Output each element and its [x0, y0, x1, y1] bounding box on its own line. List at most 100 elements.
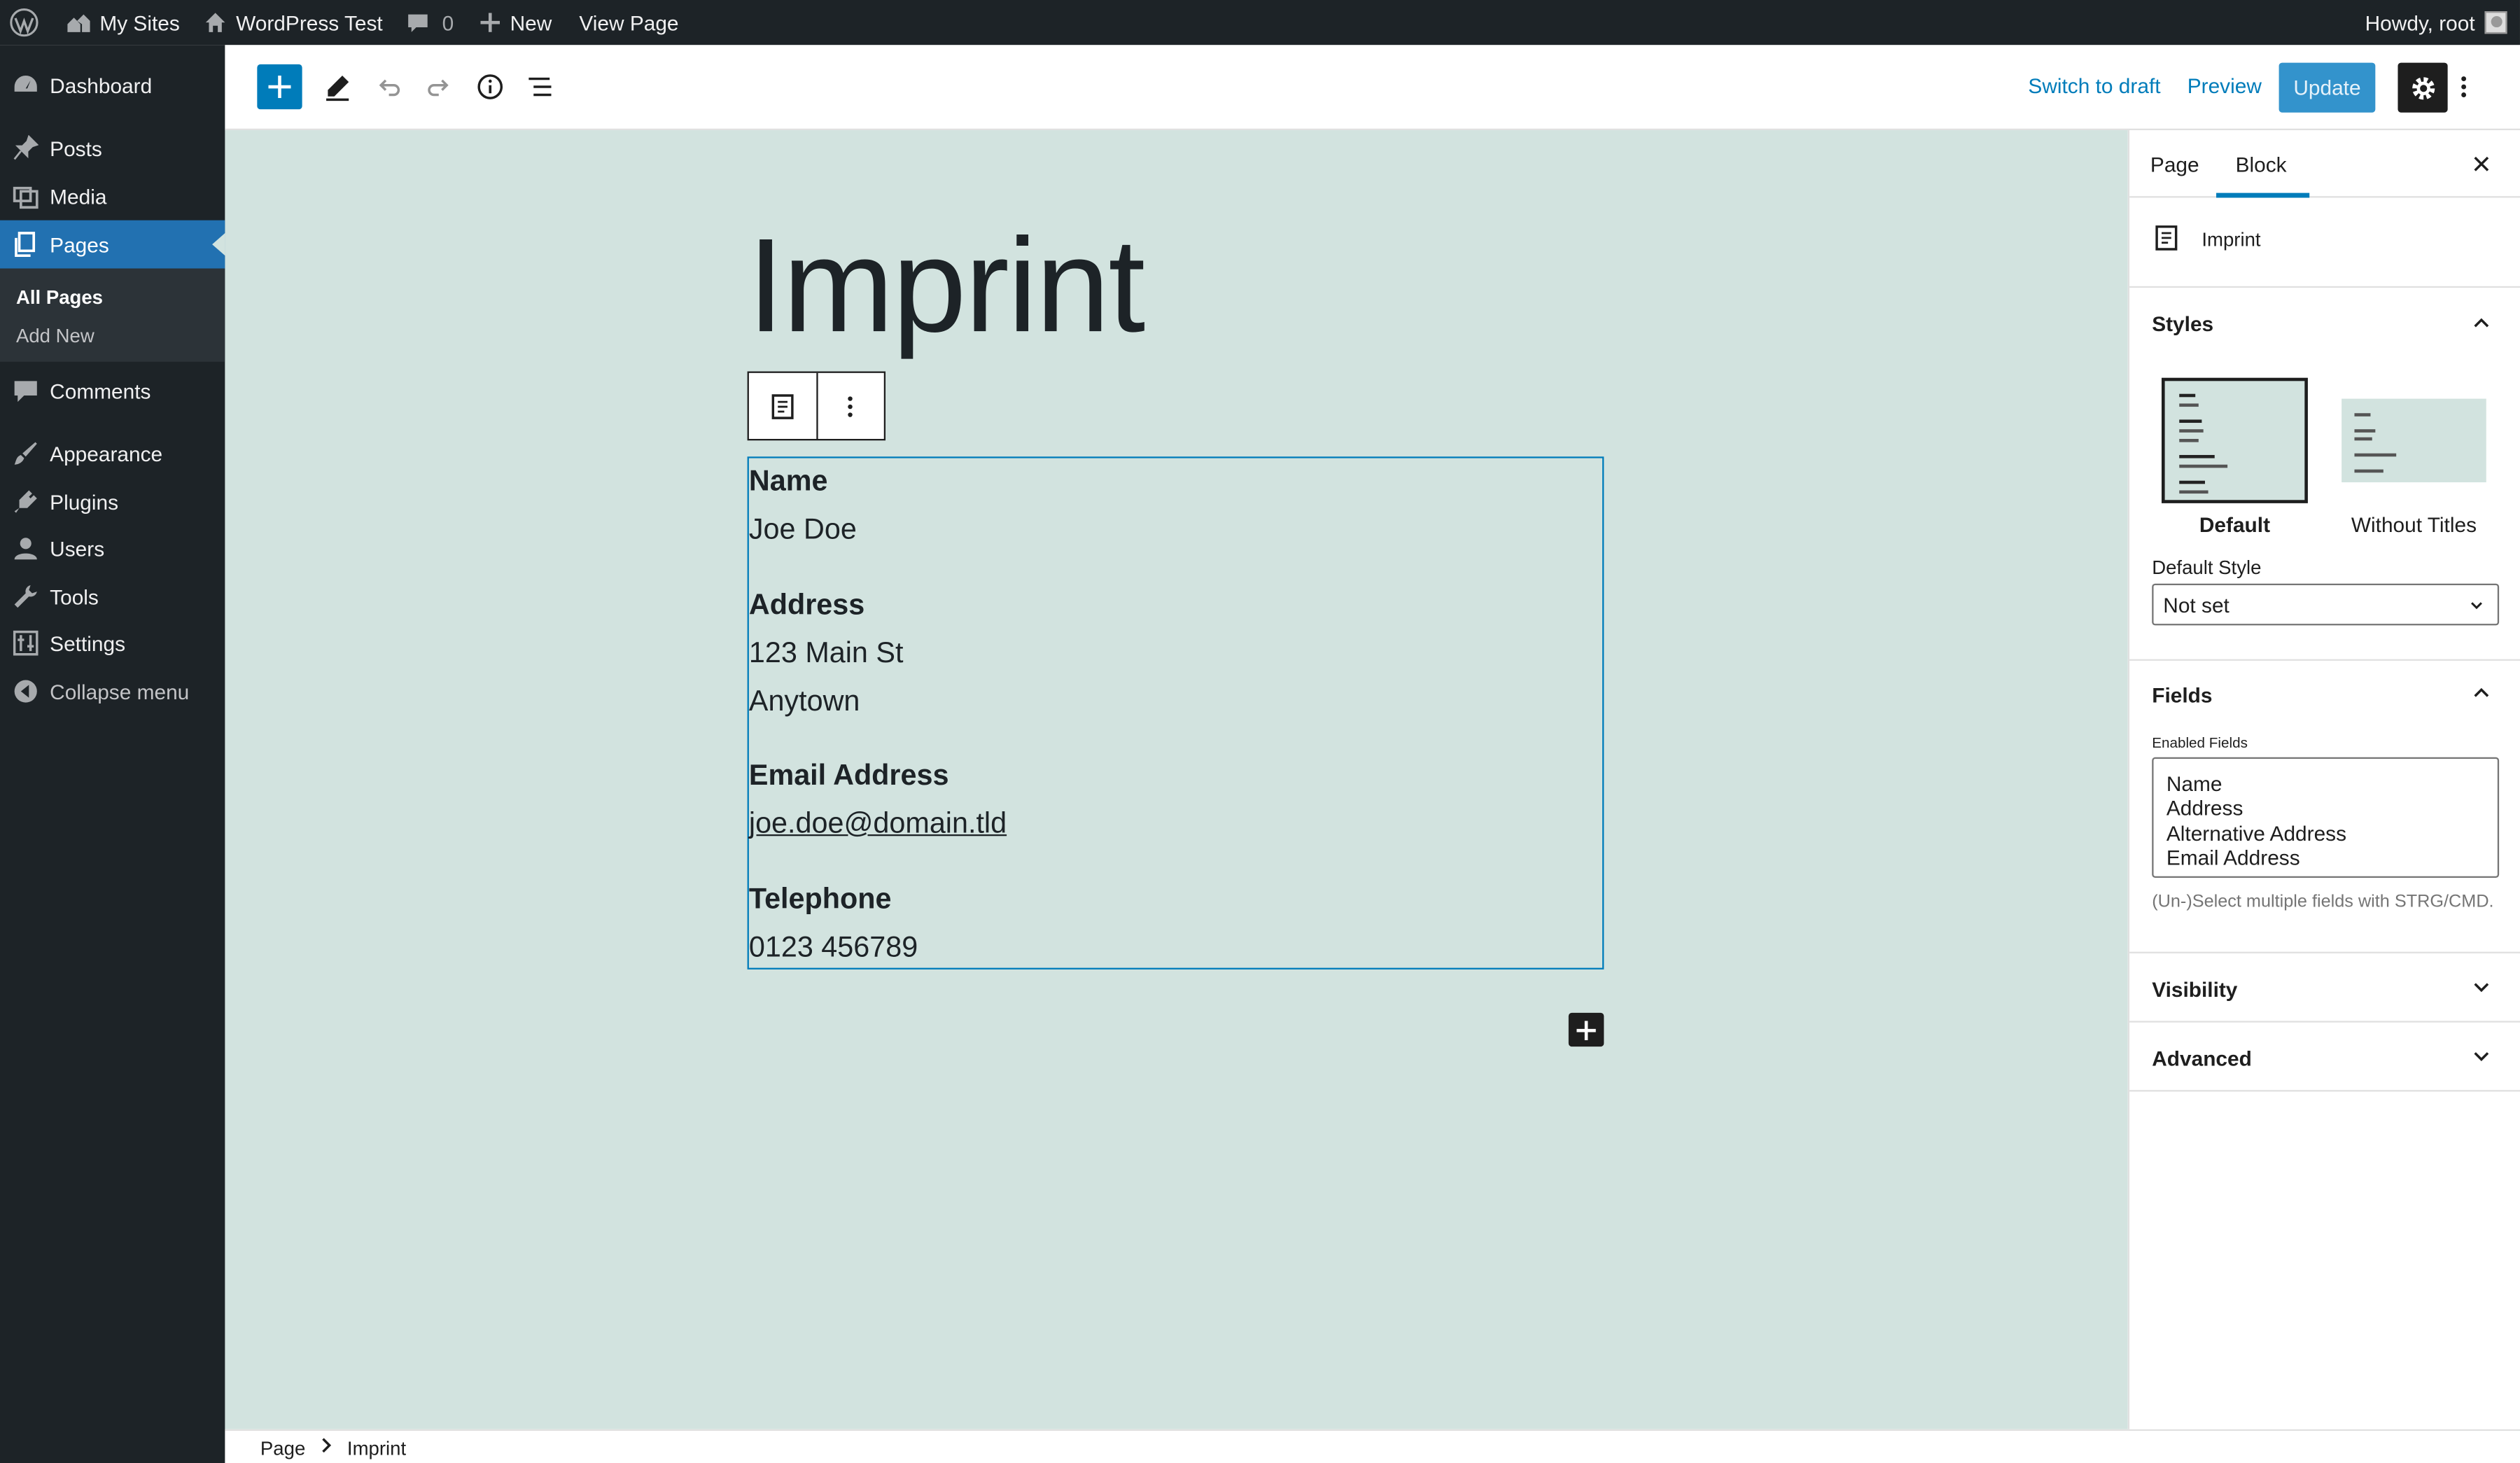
plugin-icon — [13, 489, 38, 514]
details-button[interactable] — [468, 64, 512, 109]
site-name-menu[interactable]: WordPress Test — [191, 0, 394, 45]
tab-page[interactable]: Page — [2150, 153, 2199, 176]
collapse-menu-label: Collapse menu — [50, 679, 190, 704]
comment-bubble-icon — [407, 11, 429, 34]
submenu-all-pages[interactable]: All Pages — [16, 286, 103, 309]
breadcrumb-imprint[interactable]: Imprint — [347, 1437, 406, 1460]
enabled-fields-multiselect[interactable]: Name Address Alternative Address Email A… — [2152, 757, 2500, 878]
menu-label: Pages — [50, 232, 109, 257]
menu-label: Appearance — [50, 441, 163, 465]
chevron-up-icon[interactable] — [2469, 310, 2495, 336]
submenu-add-new[interactable]: Add New — [16, 325, 94, 347]
list-view-button[interactable] — [517, 64, 562, 109]
switch-to-draft-button[interactable]: Switch to draft — [2028, 74, 2160, 98]
redo-button[interactable] — [416, 64, 461, 109]
update-button[interactable]: Update — [2278, 62, 2376, 113]
collapse-menu-button[interactable]: Collapse menu — [0, 667, 225, 715]
field-label-email: Email Address — [748, 759, 949, 791]
styles-panel-toggle[interactable]: Styles — [2152, 312, 2213, 336]
menu-item-comments[interactable]: Comments — [0, 367, 225, 415]
close-icon[interactable] — [2469, 151, 2495, 177]
chevron-down-icon[interactable] — [2469, 974, 2495, 1000]
more-vertical-icon — [2460, 74, 2467, 100]
chevron-right-icon — [320, 1436, 332, 1460]
block-inserter-button[interactable] — [257, 64, 302, 110]
page-title[interactable]: Imprint — [748, 218, 1146, 352]
comments-count: 0 — [442, 10, 454, 35]
block-type-button[interactable] — [749, 373, 816, 439]
undo-button[interactable] — [366, 64, 411, 109]
field-option-address[interactable]: Address — [2166, 796, 2244, 820]
pages-icon — [13, 232, 38, 258]
field-label-name: Name — [748, 464, 828, 497]
menu-item-tools[interactable]: Tools — [0, 573, 225, 621]
tools-button[interactable] — [315, 64, 360, 109]
options-menu-button[interactable] — [2451, 64, 2477, 109]
new-label: New — [510, 10, 552, 35]
view-page-label: View Page — [579, 10, 679, 35]
undo-icon — [374, 72, 403, 101]
menu-item-pages[interactable]: Pages — [0, 220, 225, 269]
wordpress-logo-icon[interactable] — [0, 0, 50, 45]
tab-block[interactable]: Block — [2216, 153, 2309, 198]
block-options-button[interactable] — [816, 372, 883, 439]
default-style-select[interactable]: Not set — [2152, 583, 2500, 626]
menu-label: Tools — [50, 584, 99, 609]
field-option-name[interactable]: Name — [2166, 771, 2222, 795]
enabled-fields-label: Enabled Fields — [2152, 734, 2248, 751]
menu-item-settings[interactable]: Settings — [0, 619, 225, 667]
menu-label: Posts — [50, 136, 102, 160]
field-value-telephone: 0123 456789 — [748, 930, 918, 963]
site-name-label: WordPress Test — [236, 10, 383, 35]
pin-icon — [13, 134, 39, 161]
preview-button[interactable]: Preview — [2188, 74, 2262, 98]
visibility-panel-toggle[interactable]: Visibility — [2152, 977, 2237, 1001]
my-sites-menu[interactable]: My Sites — [50, 0, 191, 45]
plus-icon — [481, 13, 500, 32]
new-content-menu[interactable]: New — [465, 0, 563, 45]
field-option-email-address[interactable]: Email Address — [2166, 846, 2300, 869]
settings-toggle-button[interactable] — [2398, 62, 2448, 113]
gear-icon — [2408, 73, 2437, 102]
menu-item-plugins[interactable]: Plugins — [0, 477, 225, 526]
menu-item-dashboard[interactable]: Dashboard — [0, 61, 225, 109]
view-page-link[interactable]: View Page — [563, 0, 690, 45]
style-option-without-titles[interactable] — [2342, 398, 2486, 483]
avatar — [2484, 11, 2507, 34]
settings-icon — [13, 630, 38, 656]
dashboard-icon — [13, 72, 38, 98]
field-option-alternative-address[interactable]: Alternative Address — [2166, 822, 2346, 846]
my-account-menu[interactable]: Howdy, root — [2365, 0, 2507, 45]
add-block-button[interactable] — [1568, 1012, 1604, 1047]
wrench-icon — [13, 584, 38, 610]
block-toolbar — [747, 371, 886, 441]
brush-icon — [13, 440, 38, 466]
admin-menu: Dashboard Posts Media Pages All Pages Ad… — [0, 45, 225, 1463]
style-option-default[interactable] — [2161, 377, 2308, 503]
sidebar-tabs: Page Block — [2129, 130, 2520, 198]
imprint-block[interactable]: Name Joe Doe Address 123 Main St Anytown… — [747, 456, 1604, 969]
fields-panel-toggle[interactable]: Fields — [2152, 683, 2212, 707]
plus-icon — [1576, 1020, 1596, 1040]
advanced-panel-toggle[interactable]: Advanced — [2152, 1046, 2252, 1070]
menu-item-media[interactable]: Media — [0, 172, 225, 220]
plus-icon — [268, 75, 291, 99]
breadcrumb-page[interactable]: Page — [260, 1437, 305, 1460]
chevron-up-icon[interactable] — [2469, 680, 2495, 706]
default-style-value: Not set — [2163, 593, 2230, 617]
field-value-email-link[interactable]: joe.doe@domain.tld — [749, 807, 1007, 841]
comments-menu[interactable]: 0 — [394, 0, 465, 45]
block-document-icon — [771, 393, 794, 419]
menu-item-appearance[interactable]: Appearance — [0, 429, 225, 477]
default-style-label: Default Style — [2152, 556, 2262, 579]
block-card-title: Imprint — [2202, 228, 2261, 251]
info-icon — [476, 72, 505, 101]
menu-item-posts[interactable]: Posts — [0, 124, 225, 172]
block-breadcrumb: Page Imprint — [225, 1429, 2520, 1463]
menu-item-users[interactable]: Users — [0, 524, 225, 573]
chevron-down-icon[interactable] — [2469, 1044, 2495, 1070]
editor-canvas: Imprint Name Joe Doe Address 123 Main St… — [225, 130, 2128, 1429]
menu-label: Settings — [50, 631, 126, 655]
field-value-address-line1: 123 Main St — [748, 636, 904, 669]
style-caption-without-titles: Without Titles — [2351, 512, 2477, 538]
